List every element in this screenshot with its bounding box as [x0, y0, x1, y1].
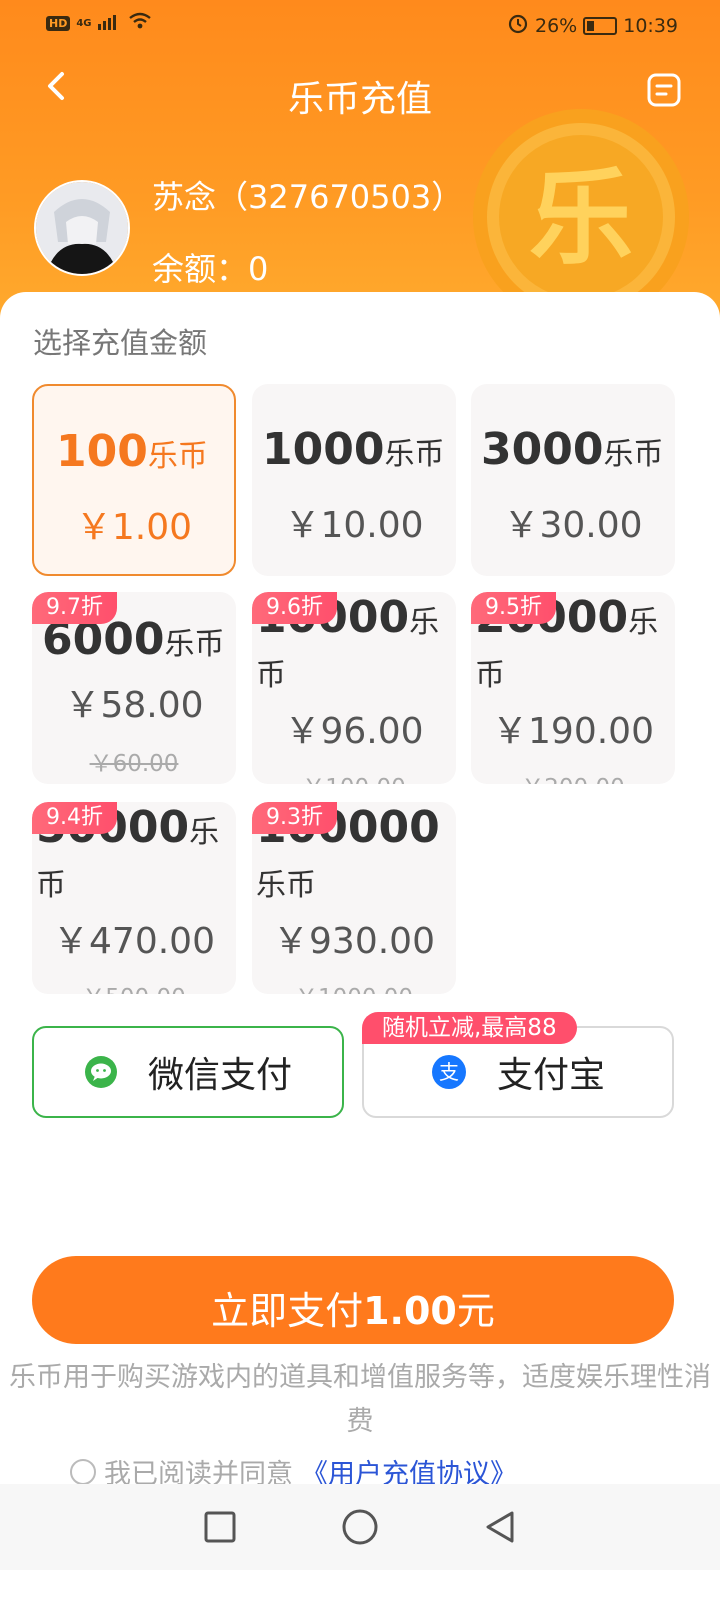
triangle-nav-icon[interactable] [482, 1509, 518, 1545]
status-bar: HD 4G 26% 10:39 [0, 0, 720, 52]
alipay-icon: 支 [431, 1055, 466, 1089]
package-card-10000[interactable]: 10000乐币 ￥96.00 ￥100.00 9.6折 [252, 592, 456, 784]
wechat-icon [84, 1056, 117, 1088]
package-original-price: ￥500.00 [32, 978, 236, 994]
discount-badge: 9.7折 [32, 592, 117, 624]
package-price: ￥30.00 [503, 505, 643, 546]
balance-value: 0 [248, 250, 269, 288]
package-price: ￥930.00 [273, 921, 435, 962]
pay-button-prefix: 立即支付 [211, 1289, 364, 1333]
alipay-label: 支付宝 [496, 1055, 605, 1096]
package-price: ￥1.00 [75, 507, 193, 548]
package-price: ￥470.00 [53, 921, 215, 962]
package-price: ￥58.00 [64, 685, 204, 726]
recharge-notice: 乐币用于购买游戏内的道具和增值服务等，适度娱乐理性消费 [9, 1362, 711, 1437]
balance-label: 余额： [152, 250, 249, 288]
system-nav-bar [0, 1484, 720, 1570]
package-price: ￥10.00 [284, 505, 424, 546]
package-card-50000[interactable]: 50000乐币 ￥470.00 ￥500.00 9.4折 [32, 802, 236, 994]
battery-percent: 26% [535, 14, 578, 37]
package-original-price: ￥200.00 [471, 768, 675, 784]
package-price: ￥96.00 [284, 711, 424, 752]
alipay-promo-badge: 随机立减,最高88 [362, 1012, 577, 1044]
recharge-sheet: 选择充值金额 100乐币 ￥1.00 1000乐币 ￥10.00 3000乐币 … [0, 292, 720, 1600]
package-original-price: ￥1000.00 [252, 978, 456, 994]
user-name: 苏念（327670503） [152, 178, 464, 216]
package-amount: 3000乐币 [481, 424, 664, 475]
discount-badge: 9.3折 [252, 802, 337, 834]
avatar [34, 180, 130, 276]
header: HD 4G 26% 10:39 乐币充值 乐 苏念（327670503） 余额：… [0, 0, 720, 330]
discount-badge: 9.5折 [471, 592, 556, 624]
signal-icon [97, 12, 122, 34]
package-original-price: ￥60.00 [89, 751, 179, 777]
clock: 10:39 [623, 14, 678, 37]
package-card-1000[interactable]: 1000乐币 ￥10.00 [252, 384, 456, 576]
wifi-icon [128, 12, 152, 34]
package-card-20000[interactable]: 20000乐币 ￥190.00 ￥200.00 9.5折 [471, 592, 675, 784]
package-original-price: ￥100.00 [252, 768, 456, 784]
records-button[interactable] [646, 72, 682, 108]
circle-nav-icon[interactable] [341, 1508, 379, 1546]
balance: 余额：0 [152, 244, 268, 290]
agree-radio[interactable] [70, 1458, 96, 1485]
package-card-6000[interactable]: 6000乐币 ￥58.00 ￥60.00 9.7折 [32, 592, 236, 784]
wechat-pay-label: 微信支付 [147, 1055, 292, 1096]
wechat-pay-option[interactable]: 微信支付 [32, 1026, 344, 1118]
package-price: ￥190.00 [492, 711, 654, 752]
package-card-100000[interactable]: 100000乐币 ￥930.00 ￥1000.00 9.3折 [252, 802, 456, 994]
pay-button-amount: 1.00 [363, 1289, 457, 1333]
coin-glyph: 乐 [529, 157, 633, 279]
svg-text:支: 支 [439, 1060, 459, 1084]
network-type: 4G [76, 17, 92, 29]
pay-now-button[interactable]: 立即支付1.00元 [32, 1256, 674, 1344]
discount-badge: 9.6折 [252, 592, 337, 624]
square-nav-icon[interactable] [202, 1509, 238, 1545]
package-card-3000[interactable]: 3000乐币 ￥30.00 [471, 384, 675, 576]
package-amount: 100乐币 [56, 426, 208, 477]
alarm-icon [507, 12, 529, 39]
hd-indicator: HD [46, 15, 71, 31]
menu-icon [647, 73, 681, 107]
package-amount: 1000乐币 [262, 424, 445, 475]
pay-button-suffix: 元 [456, 1289, 495, 1333]
discount-badge: 9.4折 [32, 802, 117, 834]
battery-icon [583, 16, 618, 35]
package-card-100[interactable]: 100乐币 ￥1.00 [32, 384, 236, 576]
section-title: 选择充值金额 [33, 326, 208, 360]
